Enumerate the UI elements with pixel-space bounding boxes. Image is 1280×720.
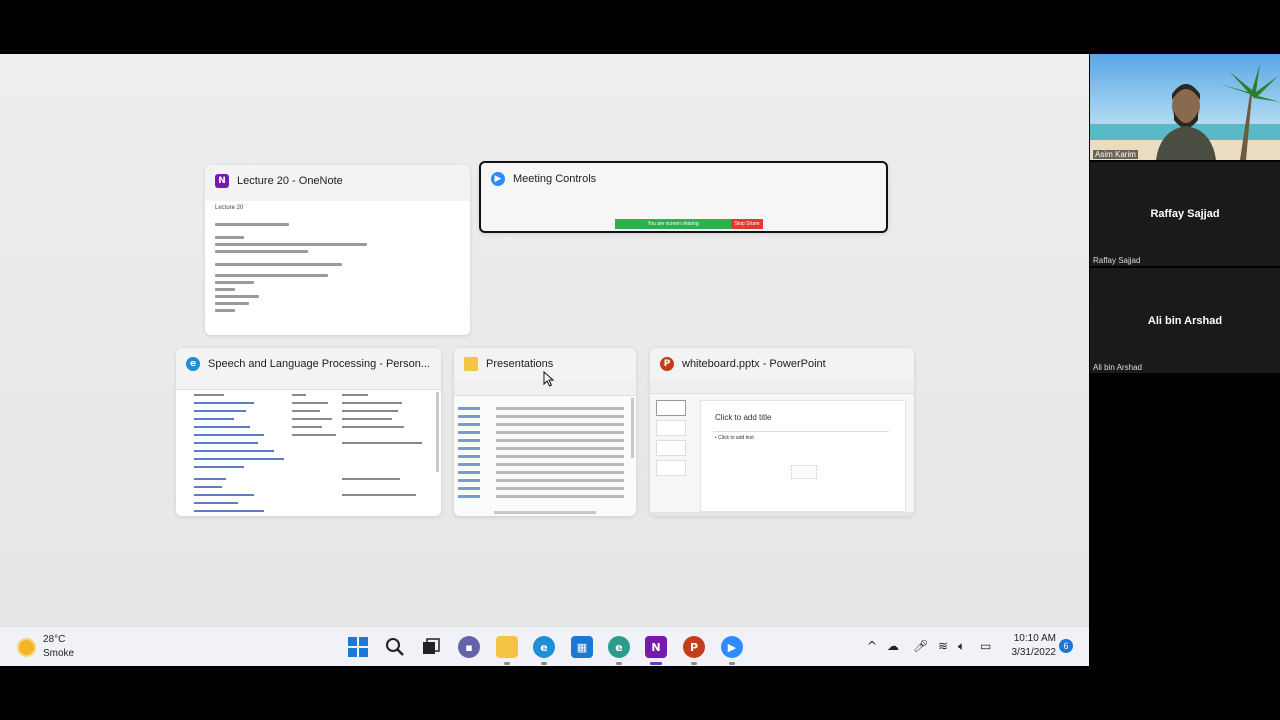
zoom-taskbar-icon[interactable]: ▶ bbox=[721, 636, 743, 658]
onenote-taskbar-icon[interactable]: N bbox=[645, 636, 667, 658]
slide-canvas: Click to add title • Click to add text bbox=[700, 400, 906, 512]
slide-body-placeholder: • Click to add text bbox=[715, 435, 754, 441]
participant-name: Raffay Sajjad bbox=[1150, 208, 1220, 220]
slide-title-placeholder: Click to add title bbox=[715, 413, 772, 422]
stop-share-button[interactable]: Stop Share bbox=[731, 219, 763, 229]
edge-profile-icon[interactable]: e bbox=[608, 636, 630, 658]
window-powerpoint[interactable]: P whiteboard.pptx - PowerPoint Click to … bbox=[650, 348, 914, 516]
task-view: N Lecture 20 - OneNote Lecture 20 ▶ Meet… bbox=[0, 54, 1089, 666]
onedrive-icon[interactable]: ☁ bbox=[887, 639, 899, 653]
edge-taskbar-icon[interactable]: e bbox=[533, 636, 555, 658]
clock-date: 3/31/2022 bbox=[1011, 647, 1057, 658]
window-title: Speech and Language Processing - Person.… bbox=[208, 358, 430, 370]
taskbar: 28°C Smoke ▪ e ▦ e N P ▶ ^ ☁ 🎤︎ ≋ 🔈︎ ▭ 1… bbox=[0, 626, 1089, 666]
microphone-icon[interactable]: 🎤︎ bbox=[913, 639, 928, 653]
page-title: Lecture 20 bbox=[215, 205, 244, 211]
weather-desc: Smoke bbox=[43, 648, 75, 659]
window-title: Presentations bbox=[486, 358, 554, 370]
file-explorer-icon[interactable] bbox=[496, 636, 518, 658]
participant-name-label: Ali bin Arshad bbox=[1093, 363, 1142, 372]
powerpoint-taskbar-icon[interactable]: P bbox=[683, 636, 705, 658]
window-meeting-controls[interactable]: ▶ Meeting Controls You are screen sharin… bbox=[479, 161, 888, 233]
clock-time: 10:10 AM bbox=[1013, 633, 1056, 644]
weather-widget[interactable]: 28°C Smoke bbox=[16, 633, 96, 661]
window-title: Lecture 20 - OneNote bbox=[237, 175, 343, 187]
participant-name-label: Asim Karim bbox=[1093, 150, 1138, 159]
note-text-lines bbox=[215, 223, 460, 316]
participant-tile[interactable]: Ali bin Arshad Ali bin Arshad bbox=[1090, 268, 1280, 373]
start-icon[interactable] bbox=[347, 636, 369, 658]
weather-temp: 28°C bbox=[43, 634, 66, 645]
screen: N Lecture 20 - OneNote Lecture 20 ▶ Meet… bbox=[0, 0, 1280, 720]
teams-chat-icon[interactable]: ▪ bbox=[458, 636, 480, 658]
powerpoint-icon: P bbox=[660, 357, 674, 371]
window-thumbnail bbox=[176, 380, 441, 516]
battery-icon[interactable]: ▭ bbox=[980, 639, 991, 653]
participant-tile[interactable]: Raffay Sajjad Raffay Sajjad bbox=[1090, 162, 1280, 266]
volume-icon[interactable]: 🔈︎ bbox=[958, 639, 965, 654]
window-onenote[interactable]: N Lecture 20 - OneNote Lecture 20 bbox=[205, 165, 470, 335]
wifi-icon[interactable]: ≋ bbox=[938, 639, 948, 653]
window-title: whiteboard.pptx - PowerPoint bbox=[682, 358, 826, 370]
notification-badge[interactable]: 6 bbox=[1059, 639, 1073, 653]
window-thumbnail: Click to add title • Click to add text bbox=[650, 380, 914, 516]
store-icon[interactable]: ▦ bbox=[571, 636, 593, 658]
onenote-icon: N bbox=[215, 174, 229, 188]
window-title: Meeting Controls bbox=[513, 173, 597, 185]
window-thumbnail bbox=[454, 380, 636, 516]
window-edge-browser[interactable]: e Speech and Language Processing - Perso… bbox=[176, 348, 441, 516]
sun-icon bbox=[19, 640, 34, 655]
chevron-up-icon[interactable]: ^ bbox=[867, 639, 877, 653]
share-status: You are screen sharing bbox=[615, 219, 731, 229]
search-icon[interactable] bbox=[384, 636, 406, 658]
participant-tile-video[interactable]: Asim Karim bbox=[1090, 54, 1280, 160]
participant-name-label: Raffay Sajjad bbox=[1093, 256, 1141, 265]
zoom-icon: ▶ bbox=[491, 172, 505, 186]
window-thumbnail: Lecture 20 bbox=[205, 201, 470, 335]
mouse-cursor bbox=[543, 371, 555, 387]
participant-name: Ali bin Arshad bbox=[1147, 315, 1223, 327]
edge-icon: e bbox=[186, 357, 200, 371]
participant-video bbox=[1090, 54, 1280, 160]
participant-panel: Asim Karim Raffay Sajjad Raffay Sajjad A… bbox=[1089, 54, 1280, 666]
clock[interactable]: 10:10 AM 3/31/2022 bbox=[1004, 633, 1057, 658]
task-view-icon[interactable] bbox=[420, 636, 442, 658]
screen-share-bar: You are screen sharing Stop Share bbox=[615, 219, 763, 229]
folder-icon bbox=[464, 357, 478, 371]
